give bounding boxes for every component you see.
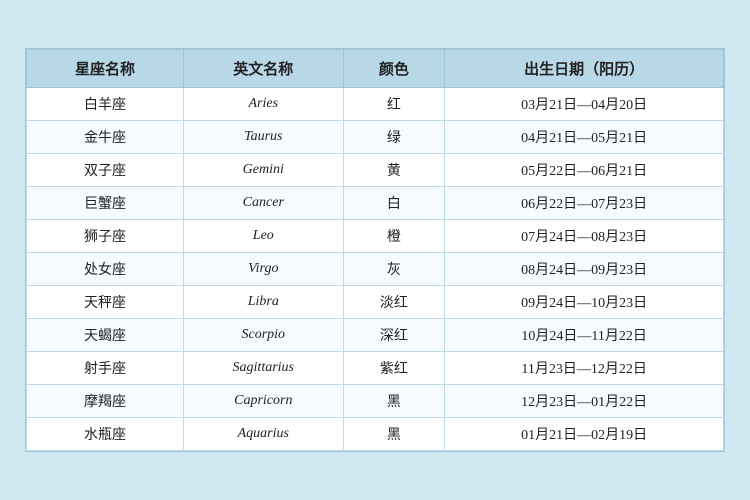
cell-chinese-name: 天蝎座 [27,319,184,352]
cell-english-name: Capricorn [183,385,343,418]
cell-english-name: Sagittarius [183,352,343,385]
cell-color: 绿 [343,121,445,154]
cell-dates: 01月21日—02月19日 [445,418,724,451]
cell-dates: 12月23日—01月22日 [445,385,724,418]
cell-chinese-name: 射手座 [27,352,184,385]
table-row: 双子座Gemini黄05月22日—06月21日 [27,154,724,187]
table-row: 处女座Virgo灰08月24日—09月23日 [27,253,724,286]
table-row: 射手座Sagittarius紫红11月23日—12月22日 [27,352,724,385]
cell-chinese-name: 水瓶座 [27,418,184,451]
cell-color: 灰 [343,253,445,286]
cell-color: 淡红 [343,286,445,319]
cell-color: 橙 [343,220,445,253]
zodiac-table: 星座名称 英文名称 颜色 出生日期（阳历） 白羊座Aries红03月21日—04… [26,49,724,451]
table-header-row: 星座名称 英文名称 颜色 出生日期（阳历） [27,50,724,88]
cell-chinese-name: 狮子座 [27,220,184,253]
cell-english-name: Aquarius [183,418,343,451]
cell-chinese-name: 天秤座 [27,286,184,319]
col-header-english: 英文名称 [183,50,343,88]
cell-chinese-name: 处女座 [27,253,184,286]
cell-dates: 09月24日—10月23日 [445,286,724,319]
cell-dates: 04月21日—05月21日 [445,121,724,154]
cell-chinese-name: 巨蟹座 [27,187,184,220]
cell-dates: 08月24日—09月23日 [445,253,724,286]
cell-dates: 10月24日—11月22日 [445,319,724,352]
cell-dates: 11月23日—12月22日 [445,352,724,385]
table-row: 巨蟹座Cancer白06月22日—07月23日 [27,187,724,220]
cell-color: 深红 [343,319,445,352]
col-header-chinese: 星座名称 [27,50,184,88]
cell-color: 白 [343,187,445,220]
cell-color: 黄 [343,154,445,187]
zodiac-table-container: 星座名称 英文名称 颜色 出生日期（阳历） 白羊座Aries红03月21日—04… [25,48,725,452]
cell-dates: 07月24日—08月23日 [445,220,724,253]
cell-chinese-name: 摩羯座 [27,385,184,418]
col-header-dates: 出生日期（阳历） [445,50,724,88]
cell-chinese-name: 金牛座 [27,121,184,154]
table-row: 狮子座Leo橙07月24日—08月23日 [27,220,724,253]
cell-color: 黑 [343,385,445,418]
cell-dates: 05月22日—06月21日 [445,154,724,187]
cell-english-name: Cancer [183,187,343,220]
table-row: 天秤座Libra淡红09月24日—10月23日 [27,286,724,319]
cell-dates: 06月22日—07月23日 [445,187,724,220]
col-header-color: 颜色 [343,50,445,88]
cell-chinese-name: 白羊座 [27,88,184,121]
cell-chinese-name: 双子座 [27,154,184,187]
cell-english-name: Libra [183,286,343,319]
table-row: 摩羯座Capricorn黑12月23日—01月22日 [27,385,724,418]
cell-english-name: Taurus [183,121,343,154]
cell-color: 紫红 [343,352,445,385]
table-row: 金牛座Taurus绿04月21日—05月21日 [27,121,724,154]
cell-color: 红 [343,88,445,121]
table-row: 水瓶座Aquarius黑01月21日—02月19日 [27,418,724,451]
cell-english-name: Scorpio [183,319,343,352]
cell-english-name: Leo [183,220,343,253]
table-row: 白羊座Aries红03月21日—04月20日 [27,88,724,121]
cell-color: 黑 [343,418,445,451]
cell-english-name: Aries [183,88,343,121]
table-row: 天蝎座Scorpio深红10月24日—11月22日 [27,319,724,352]
cell-english-name: Gemini [183,154,343,187]
cell-english-name: Virgo [183,253,343,286]
cell-dates: 03月21日—04月20日 [445,88,724,121]
table-body: 白羊座Aries红03月21日—04月20日金牛座Taurus绿04月21日—0… [27,88,724,451]
